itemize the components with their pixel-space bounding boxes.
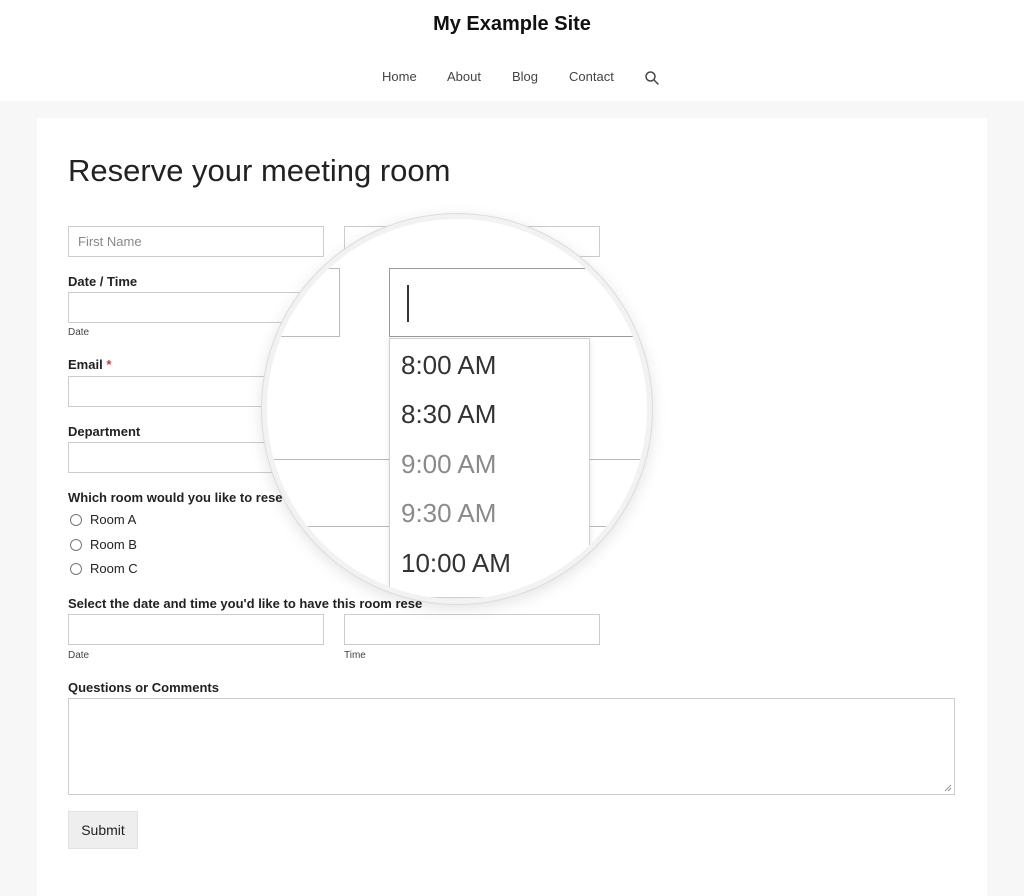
text-caret (407, 285, 409, 322)
site-title[interactable]: My Example Site (0, 13, 1024, 36)
magnified-date-field (267, 268, 340, 337)
radio-circle[interactable] (70, 563, 82, 575)
comments-textarea[interactable] (68, 698, 955, 795)
time-option[interactable]: 10:00 AM (401, 548, 511, 579)
magnifier-callout: 8:00 AM 8:30 AM 9:00 AM 9:30 AM 10:00 AM (262, 214, 652, 604)
radio-label: Room A (90, 512, 137, 527)
room-question-label: Which room would you like to rese (68, 490, 283, 505)
nav-contact[interactable]: Contact (569, 69, 614, 84)
reserve-time-input[interactable] (344, 614, 600, 645)
department-label: Department (68, 424, 141, 439)
reserve-date-input[interactable] (68, 614, 324, 645)
nav-blog[interactable]: Blog (512, 69, 538, 84)
search-icon[interactable] (644, 70, 660, 86)
reserve-date-sublabel: Date (68, 650, 90, 661)
time-dropdown: 8:00 AM 8:30 AM 9:00 AM 9:30 AM 10:00 AM (389, 338, 590, 598)
date-sublabel: Date (68, 327, 90, 338)
time-option[interactable]: 9:00 AM (401, 449, 496, 480)
radio-label: Room B (90, 537, 137, 552)
time-input-magnified[interactable] (389, 268, 647, 337)
email-label: Email * (68, 357, 111, 372)
radio-label: Room C (90, 561, 138, 576)
time-option[interactable]: 8:00 AM (401, 350, 496, 381)
reserve-time-sublabel: Time (344, 650, 366, 661)
main-nav: Home About Blog Contact (0, 69, 1024, 87)
resize-handle-icon[interactable] (944, 784, 952, 792)
first-name-placeholder: First Name (78, 234, 142, 249)
date-time-label: Date / Time (68, 274, 138, 289)
time-option[interactable]: 8:30 AM (401, 399, 496, 430)
page-title: Reserve your meeting room (68, 153, 451, 188)
radio-circle[interactable] (70, 514, 82, 526)
nav-home[interactable]: Home (382, 69, 417, 84)
comments-label: Questions or Comments (68, 680, 219, 695)
nav-about[interactable]: About (447, 69, 481, 84)
radio-circle[interactable] (70, 539, 82, 551)
magnified-area: 8:00 AM 8:30 AM 9:00 AM 9:30 AM 10:00 AM (267, 219, 647, 599)
submit-button[interactable]: Submit (68, 811, 138, 849)
required-marker: * (106, 357, 112, 372)
email-label-text: Email (68, 357, 103, 372)
time-option[interactable]: 9:30 AM (401, 498, 496, 529)
site-header: My Example Site Home About Blog Contact (0, 0, 1024, 101)
